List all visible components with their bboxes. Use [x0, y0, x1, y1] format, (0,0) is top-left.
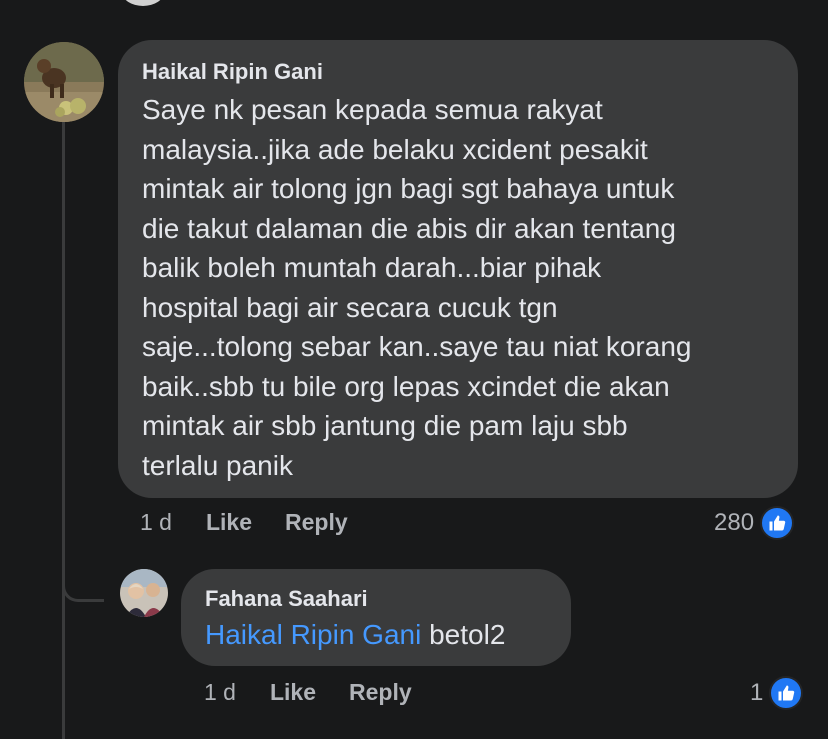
thread-reply-branch [62, 560, 104, 602]
comment-line: malaysia..jika ade belaku xcident pesaki… [142, 133, 648, 165]
comment-line: baik..sbb tu bile org lepas xcindet die … [142, 370, 670, 402]
comment-line: Saye nk pesan kepada semua rakyat [142, 94, 603, 125]
comment-bubble: Haikal Ripin Gani Saye nk pesan kepada s… [118, 40, 798, 498]
comment-author-name[interactable]: Haikal Ripin Gani [142, 58, 774, 86]
comment-actions: 1 d Like Reply [140, 509, 348, 536]
reply-author-name[interactable]: Fahana Saahari [205, 585, 547, 613]
comment-line: mintak air sbb jantung die pam laju sbb [142, 410, 628, 441]
commenter-avatar[interactable] [24, 42, 104, 122]
reply-like-button[interactable]: Like [270, 679, 316, 706]
comment-line: mintak air tolong jgn bagi sgt bahaya un… [142, 173, 675, 204]
reply-button[interactable]: Reply [285, 509, 348, 536]
thread-connector-line [62, 120, 65, 739]
reply-commenter-avatar[interactable] [120, 569, 168, 617]
comment-line: terlalu panik [142, 449, 293, 481]
comment-thread: Haikal Ripin Gani Saye nk pesan kepada s… [0, 0, 828, 739]
comment-line: die takut dalaman die abis dir akan tent… [142, 212, 676, 244]
reply-reply-button[interactable]: Reply [349, 679, 412, 706]
comment-line: balik boleh muntah darah...biar pihak [142, 252, 602, 283]
comment-timestamp[interactable]: 1 d [140, 509, 172, 536]
reaction-count: 1 [750, 679, 764, 706]
comment-line: hospital bagi air secara cucuk tgn [142, 291, 558, 323]
like-button[interactable]: Like [206, 509, 252, 536]
comment-body: Saye nk pesan kepada semua rakyat malays… [142, 90, 774, 485]
reaction-count: 280 [714, 509, 755, 536]
reply-body: Haikal Ripin Gani betol2 [205, 617, 547, 653]
thumbs-up-icon [769, 676, 804, 710]
reply-reactions[interactable]: 1 [750, 676, 804, 710]
reply-actions: 1 d Like Reply [204, 679, 412, 706]
comment-line: saje...tolong sebar kan..saye tau niat k… [142, 331, 692, 362]
reply-text: betol2 [421, 619, 506, 650]
reply-timestamp[interactable]: 1 d [204, 679, 236, 706]
mention-link[interactable]: Haikal Ripin Gani [205, 619, 421, 650]
reply-bubble: Fahana Saahari Haikal Ripin Gani betol2 [181, 569, 571, 666]
comment-reactions[interactable]: 280 [714, 506, 795, 540]
previous-commenter-avatar[interactable] [122, 0, 164, 6]
profile-photo-icon [120, 569, 168, 617]
thumbs-up-icon [760, 506, 795, 540]
monkey-photo-icon [24, 42, 104, 122]
